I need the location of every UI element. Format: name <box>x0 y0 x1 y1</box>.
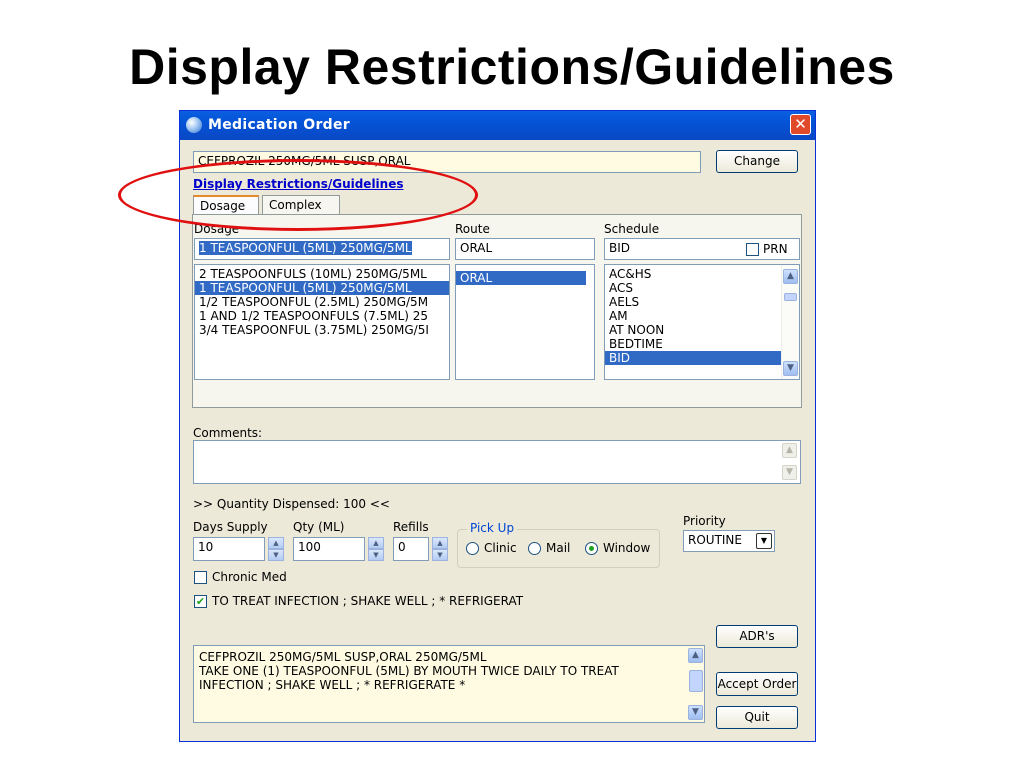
qty-input[interactable]: 100 <box>293 537 365 561</box>
chevron-up-icon[interactable]: ▲ <box>432 537 448 549</box>
schedule-scrollbar[interactable]: ▲ ▼ <box>781 265 799 379</box>
days-supply-input[interactable]: 10 <box>193 537 265 561</box>
list-item[interactable]: ORAL <box>456 271 586 285</box>
comments-field[interactable] <box>193 440 801 484</box>
list-item[interactable]: AT NOON <box>605 323 799 337</box>
annotation-oval <box>118 159 478 231</box>
summary-scroll-down-icon[interactable]: ▼ <box>688 705 703 720</box>
summary-line: CEFPROZIL 250MG/5ML SUSP,ORAL 250MG/5ML <box>199 650 487 664</box>
pickup-window-radio[interactable] <box>585 542 598 555</box>
instructions-checkbox[interactable]: ✔ <box>194 595 207 608</box>
dosage-list[interactable]: 2 TEASPOONFULS (10ML) 250MG/5ML 1 TEASPO… <box>194 264 450 380</box>
pickup-legend: Pick Up <box>467 521 518 535</box>
pickup-mail-label: Mail <box>546 541 571 555</box>
close-button[interactable]: ✕ <box>790 114 811 135</box>
route-list[interactable]: ORAL <box>455 264 595 380</box>
scroll-thumb[interactable] <box>784 293 797 301</box>
summary-scroll-up-icon[interactable]: ▲ <box>688 648 703 663</box>
chronic-med-checkbox[interactable] <box>194 571 207 584</box>
comments-scroll-up-icon[interactable]: ▲ <box>782 443 797 458</box>
refills-input[interactable]: 0 <box>393 537 429 561</box>
qty-stepper[interactable]: ▲ ▼ <box>368 537 384 561</box>
list-item[interactable]: AM <box>605 309 799 323</box>
list-item[interactable]: BID <box>605 351 782 365</box>
pickup-mail-radio[interactable] <box>528 542 541 555</box>
chevron-down-icon[interactable]: ▼ <box>368 549 384 561</box>
comments-scroll-down-icon[interactable]: ▼ <box>782 465 797 480</box>
list-item[interactable]: 2 TEASPOONFULS (10ML) 250MG/5ML <box>195 267 449 281</box>
chevron-down-icon[interactable]: ▼ <box>268 549 284 561</box>
chevron-up-icon[interactable]: ▲ <box>268 537 284 549</box>
chevron-up-icon[interactable]: ▲ <box>368 537 384 549</box>
route-label: Route <box>455 222 490 236</box>
dosage-input-value: 1 TEASPOONFUL (5ML) 250MG/5ML <box>199 241 412 255</box>
chevron-down-icon[interactable]: ▼ <box>432 549 448 561</box>
schedule-label: Schedule <box>604 222 660 236</box>
chronic-med-label: Chronic Med <box>212 570 287 584</box>
priority-label: Priority <box>683 514 726 528</box>
pickup-clinic-label: Clinic <box>484 541 517 555</box>
scroll-down-icon[interactable]: ▼ <box>783 361 798 376</box>
change-button[interactable]: Change <box>716 150 798 173</box>
route-input[interactable]: ORAL <box>455 238 595 260</box>
check-icon: ✔ <box>195 595 206 608</box>
slide-title: Display Restrictions/Guidelines <box>129 39 895 95</box>
days-supply-stepper[interactable]: ▲ ▼ <box>268 537 284 561</box>
close-icon: ✕ <box>794 115 807 133</box>
dosage-input[interactable]: 1 TEASPOONFUL (5ML) 250MG/5ML <box>194 238 450 260</box>
accept-order-button[interactable]: Accept Order <box>716 672 798 696</box>
list-item[interactable]: 1 AND 1/2 TEASPOONFULS (7.5ML) 25 <box>195 309 449 323</box>
days-supply-label: Days Supply <box>193 520 268 534</box>
summary-line: TAKE ONE (1) TEASPOONFUL (5ML) BY MOUTH … <box>199 664 619 678</box>
comments-label: Comments: <box>193 426 263 440</box>
dropdown-arrow-icon[interactable]: ▼ <box>756 533 772 549</box>
quit-button[interactable]: Quit <box>716 706 798 729</box>
title-bar[interactable]: Medication Order ✕ <box>180 111 815 140</box>
order-summary: CEFPROZIL 250MG/5ML SUSP,ORAL 250MG/5ML … <box>193 645 705 723</box>
schedule-list[interactable]: AC&HS ACS AELS AM AT NOON BEDTIME BID ▲ … <box>604 264 800 380</box>
qty-label: Qty (ML) <box>293 520 345 534</box>
pickup-clinic-radio[interactable] <box>466 542 479 555</box>
summary-line: INFECTION ; SHAKE WELL ; * REFRIGERATE * <box>199 678 466 692</box>
list-item[interactable]: ACS <box>605 281 799 295</box>
scroll-up-icon[interactable]: ▲ <box>783 269 798 284</box>
schedule-input-value: BID <box>609 241 631 255</box>
quantity-dispensed-text: >> Quantity Dispensed: 100 << <box>193 497 390 511</box>
list-item[interactable]: AC&HS <box>605 267 799 281</box>
window-title: Medication Order <box>208 117 350 133</box>
summary-scroll-thumb[interactable] <box>689 670 703 692</box>
list-item[interactable]: AELS <box>605 295 799 309</box>
app-icon <box>186 117 202 133</box>
instructions-label: TO TREAT INFECTION ; SHAKE WELL ; * REFR… <box>212 594 524 608</box>
prn-label: PRN <box>763 242 788 256</box>
prn-checkbox[interactable] <box>746 243 759 256</box>
refills-stepper[interactable]: ▲ ▼ <box>432 537 448 561</box>
list-item[interactable]: 3/4 TEASPOONFUL (3.75ML) 250MG/5I <box>195 323 449 337</box>
pickup-window-label: Window <box>603 541 651 555</box>
list-item[interactable]: 1/2 TEASPOONFUL (2.5ML) 250MG/5M <box>195 295 449 309</box>
list-item[interactable]: BEDTIME <box>605 337 799 351</box>
list-item[interactable]: 1 TEASPOONFUL (5ML) 250MG/5ML <box>195 281 449 295</box>
adrs-button[interactable]: ADR's <box>716 625 798 648</box>
refills-label: Refills <box>393 520 429 534</box>
